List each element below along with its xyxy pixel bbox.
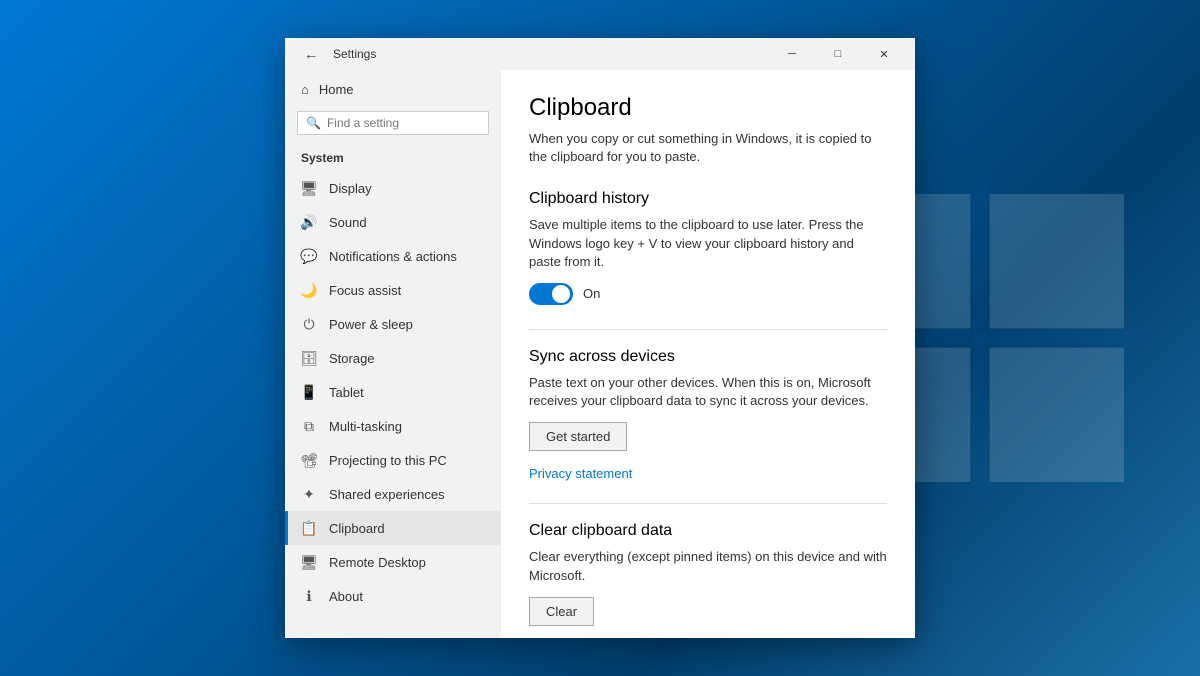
sidebar-storage-label: Storage (329, 351, 375, 366)
clear-data-title: Clear clipboard data (529, 522, 887, 540)
clear-data-desc: Clear everything (except pinned items) o… (529, 548, 887, 584)
minimize-button[interactable]: ─ (769, 38, 815, 70)
sidebar-sound-label: Sound (329, 215, 367, 230)
window-title: Settings (333, 47, 376, 61)
tablet-icon: 📱 (301, 384, 317, 400)
sidebar-multitasking-label: Multi-tasking (329, 419, 402, 434)
sidebar-item-about[interactable]: ℹ About (285, 579, 501, 613)
home-icon: ⌂ (301, 82, 309, 97)
sidebar-item-tablet[interactable]: 📱 Tablet (285, 375, 501, 409)
maximize-button[interactable]: □ (815, 38, 861, 70)
sidebar-item-projecting[interactable]: 📽 Projecting to this PC (285, 443, 501, 477)
sidebar-item-shared[interactable]: ✦ Shared experiences (285, 477, 501, 511)
system-section-label: System (285, 141, 501, 171)
close-button[interactable]: ✕ (861, 38, 907, 70)
projecting-icon: 📽 (301, 452, 317, 468)
sidebar-item-focus[interactable]: 🌙 Focus assist (285, 273, 501, 307)
sidebar-clipboard-label: Clipboard (329, 521, 385, 536)
page-title: Clipboard (529, 94, 887, 122)
storage-icon: 🗄 (301, 350, 317, 366)
search-box[interactable]: 🔍 (297, 111, 489, 135)
clear-button[interactable]: Clear (529, 597, 594, 626)
display-icon: 🖥 (301, 180, 317, 196)
sidebar-item-clipboard[interactable]: 📋 Clipboard (285, 511, 501, 545)
about-icon: ℹ (301, 588, 317, 604)
shared-icon: ✦ (301, 486, 317, 502)
clipboard-history-desc: Save multiple items to the clipboard to … (529, 216, 887, 271)
clipboard-history-toggle-row: On (529, 283, 887, 305)
focus-icon: 🌙 (301, 282, 317, 298)
multitasking-icon: ⧉ (301, 418, 317, 434)
section-divider-2 (529, 503, 887, 504)
remote-icon: 🖥 (301, 554, 317, 570)
back-button[interactable]: ← (297, 40, 325, 68)
title-bar: ← Settings ─ □ ✕ (285, 38, 915, 70)
clipboard-history-toggle[interactable] (529, 283, 573, 305)
section-divider-1 (529, 329, 887, 330)
title-bar-left: ← Settings (297, 40, 376, 68)
sidebar-item-display[interactable]: 🖥 Display (285, 171, 501, 205)
sound-icon: 🔊 (301, 214, 317, 230)
sidebar-item-sound[interactable]: 🔊 Sound (285, 205, 501, 239)
clipboard-icon: 📋 (301, 520, 317, 536)
sync-devices-title: Sync across devices (529, 348, 887, 366)
settings-window: ← Settings ─ □ ✕ ⌂ Home 🔍 System 🖥 Displ… (285, 38, 915, 638)
sidebar-home-item[interactable]: ⌂ Home (285, 74, 501, 105)
sidebar-display-label: Display (329, 181, 372, 196)
notifications-icon: 💬 (301, 248, 317, 264)
sidebar-item-multitasking[interactable]: ⧉ Multi-tasking (285, 409, 501, 443)
sidebar-remote-label: Remote Desktop (329, 555, 426, 570)
sidebar-about-label: About (329, 589, 363, 604)
power-icon: ⏻ (301, 316, 317, 332)
sidebar: ⌂ Home 🔍 System 🖥 Display 🔊 Sound 💬 Noti… (285, 70, 501, 638)
sidebar-notifications-label: Notifications & actions (329, 249, 457, 264)
page-description: When you copy or cut something in Window… (529, 130, 887, 166)
get-started-button[interactable]: Get started (529, 422, 627, 451)
sidebar-power-label: Power & sleep (329, 317, 413, 332)
search-icon: 🔍 (306, 116, 321, 130)
window-controls: ─ □ ✕ (769, 38, 907, 70)
toggle-knob (552, 285, 570, 303)
sidebar-projecting-label: Projecting to this PC (329, 453, 447, 468)
sidebar-item-power[interactable]: ⏻ Power & sleep (285, 307, 501, 341)
sidebar-item-storage[interactable]: 🗄 Storage (285, 341, 501, 375)
main-content: Clipboard When you copy or cut something… (501, 70, 915, 638)
sidebar-focus-label: Focus assist (329, 283, 401, 298)
sidebar-tablet-label: Tablet (329, 385, 364, 400)
window-body: ⌂ Home 🔍 System 🖥 Display 🔊 Sound 💬 Noti… (285, 70, 915, 638)
sidebar-home-label: Home (319, 82, 354, 97)
search-input[interactable] (327, 116, 480, 130)
sidebar-item-remote[interactable]: 🖥 Remote Desktop (285, 545, 501, 579)
clipboard-history-title: Clipboard history (529, 190, 887, 208)
privacy-statement-link[interactable]: Privacy statement (529, 466, 632, 481)
sidebar-shared-label: Shared experiences (329, 487, 445, 502)
sync-devices-desc: Paste text on your other devices. When t… (529, 374, 887, 410)
toggle-label: On (583, 286, 600, 301)
sidebar-item-notifications[interactable]: 💬 Notifications & actions (285, 239, 501, 273)
